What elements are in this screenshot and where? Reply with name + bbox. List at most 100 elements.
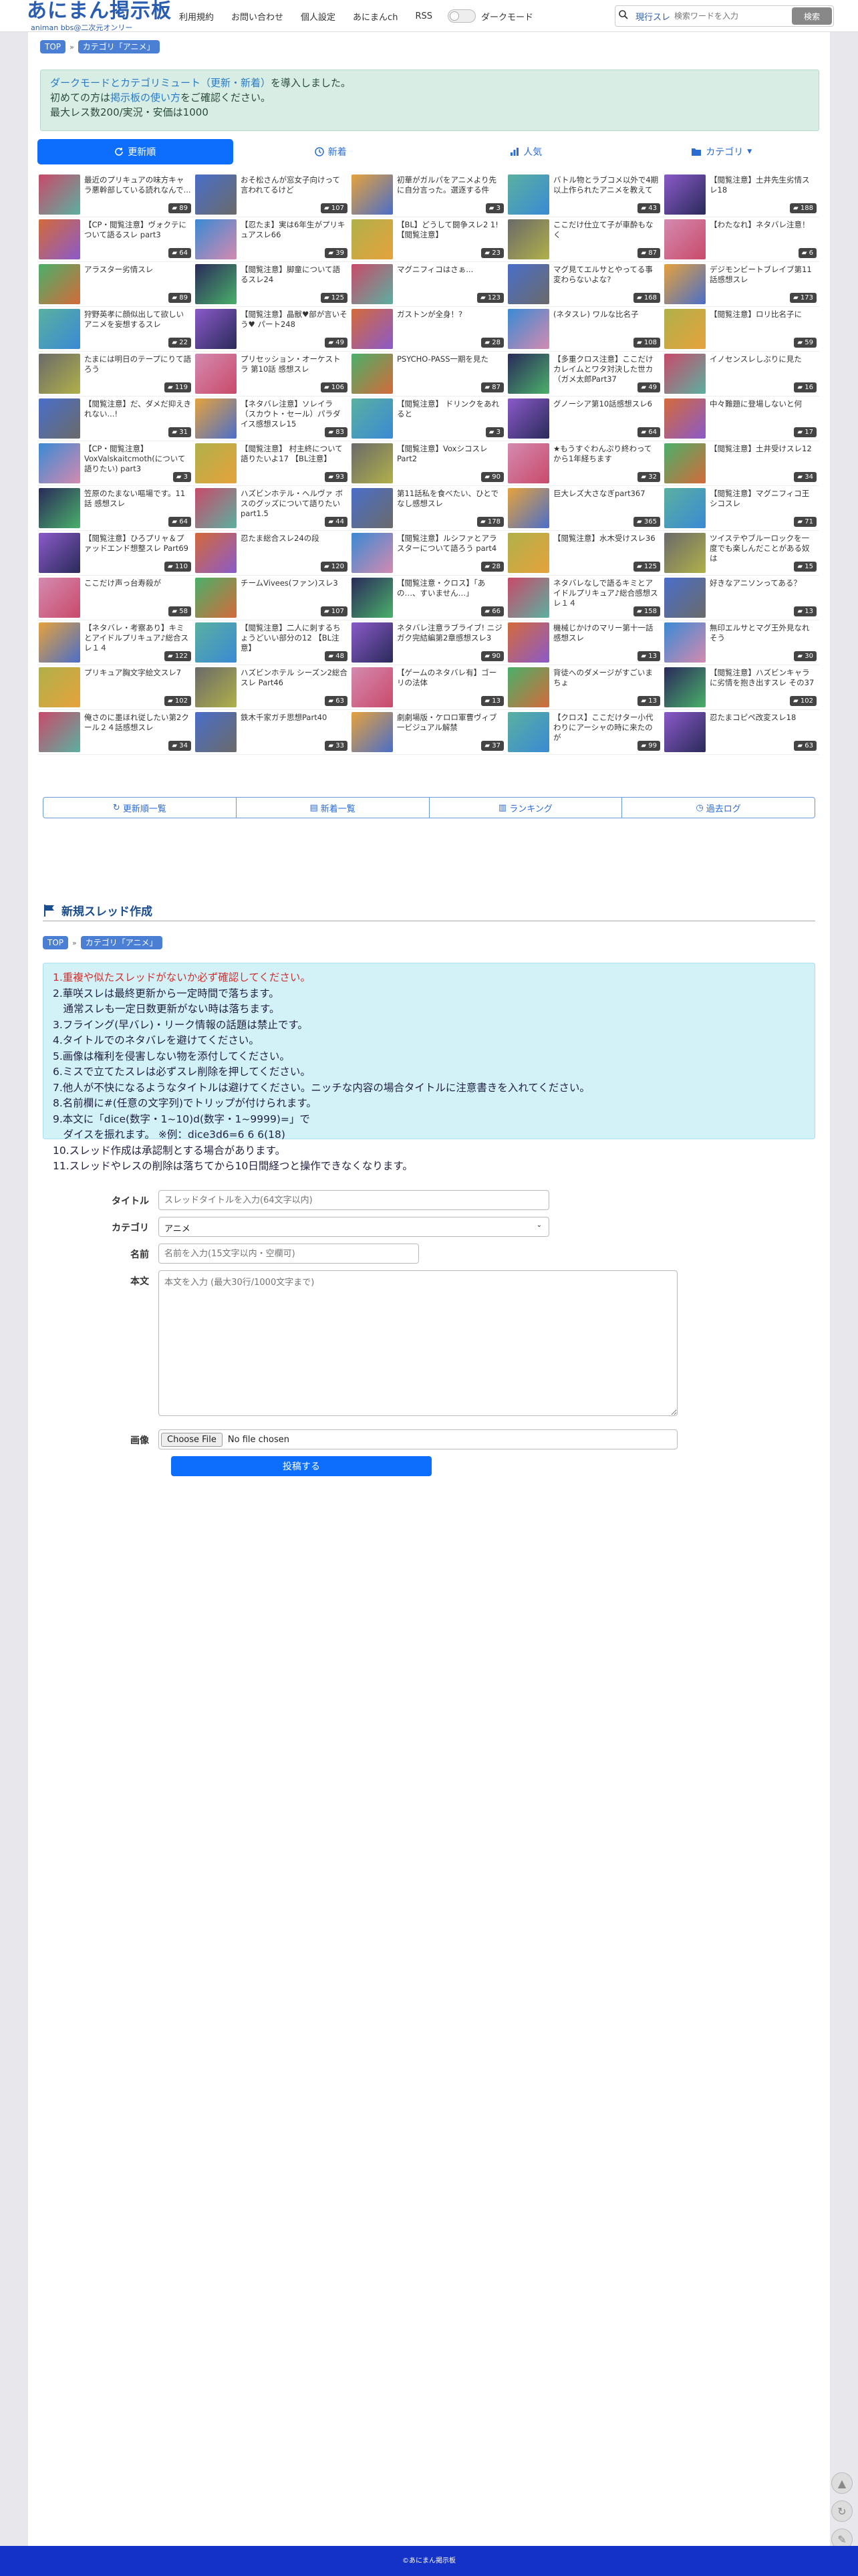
thread-thumbnail[interactable] — [508, 712, 549, 752]
thread-title[interactable]: ハズビンホテル・ヘルヴァ ボスのグッズについて語りたい part1.5 — [241, 489, 347, 519]
breadcrumb-top[interactable]: TOP — [43, 936, 69, 949]
thread-title[interactable]: PSYCHO-PASS一期を見た — [397, 354, 504, 385]
thread-title[interactable]: プリキュア胸文字絵文スレ7 — [84, 668, 191, 699]
thread-cell[interactable]: グノーシア第10話感想スレ6 ▰ 64 — [507, 396, 663, 441]
dark-mode-toggle[interactable] — [447, 9, 476, 23]
thread-thumbnail[interactable] — [508, 622, 549, 663]
thread-thumbnail[interactable] — [351, 174, 393, 215]
thread-thumbnail[interactable] — [664, 578, 706, 618]
thread-thumbnail[interactable] — [508, 443, 549, 483]
link-new-list[interactable]: ▤ 新着一覧 — [237, 798, 430, 818]
thread-thumbnail[interactable] — [664, 443, 706, 483]
link-updated-list[interactable]: ↻ 更新順一覧 — [43, 798, 237, 818]
thread-thumbnail[interactable] — [39, 219, 80, 259]
thread-cell[interactable]: 【わたなれ】ネタバレ注意！ ▰ 6 — [663, 217, 819, 262]
thread-cell[interactable]: プリセッション・オーケストラ 第10話 感想スレ ▰ 106 — [194, 352, 350, 396]
thread-title[interactable]: 鉄木千家ガチ思想Part40 — [241, 713, 347, 743]
thread-thumbnail[interactable] — [351, 219, 393, 259]
thread-thumbnail[interactable] — [508, 309, 549, 349]
thread-title[interactable]: 巨大レズ大さなぎpart367 — [553, 489, 660, 519]
breadcrumb-top[interactable]: TOP — [40, 40, 66, 53]
thread-thumbnail[interactable] — [39, 622, 80, 663]
thread-cell[interactable]: プリキュア胸文字絵文スレ7 ▰ 102 — [37, 665, 194, 710]
nav-settings[interactable]: 個人設定 — [292, 10, 344, 23]
thread-title[interactable]: ここだけ仕立て子が車酔もなく — [553, 220, 660, 251]
thread-cell[interactable]: 【閲覧注意】土井先生劣情スレ18 ▰ 188 — [663, 172, 819, 217]
thread-cell[interactable]: 忍たま総合スレ24の段 ▰ 120 — [194, 531, 350, 576]
thread-title[interactable]: アラスター劣情スレ — [84, 265, 191, 296]
thread-cell[interactable]: デジモンビートブレイブ第11話感想スレ ▰ 173 — [663, 262, 819, 307]
thread-thumbnail[interactable] — [664, 398, 706, 439]
thread-cell[interactable]: 俺さのに墨ほれ従したい第2クール２４話感想スレ ▰ 34 — [37, 710, 194, 755]
thread-title[interactable]: 【ゲームのネタバレ有】ゴーリの法体 — [397, 668, 504, 699]
thread-title[interactable]: 【閲覧注意】晶獣♥部が言いそう♥ パート248 — [241, 310, 347, 340]
thread-thumbnail[interactable] — [195, 174, 237, 215]
thread-cell[interactable]: ここだけ声っ台寿殺が ▰ 58 — [37, 576, 194, 620]
thread-title[interactable]: たまには明日のテープにりて語ろう — [84, 354, 191, 385]
thread-thumbnail[interactable] — [351, 398, 393, 439]
thread-cell[interactable]: 【閲覧注意】ルシファとアラスターについて語ろう part4 ▰ 28 — [350, 531, 507, 576]
thread-cell[interactable]: 【閲覧注意】マグニフィコ王シコスレ ▰ 71 — [663, 486, 819, 531]
thread-cell[interactable]: 最近のプリキュアの味方キャラ悪幹部している読れなんで... ▰ 89 — [37, 172, 194, 217]
thread-thumbnail[interactable] — [195, 622, 237, 663]
breadcrumb-category[interactable]: カテゴリ「アニメ」 — [78, 40, 160, 53]
thread-cell[interactable]: 【CP・閲覧注意】VoxValskaitcmoth(について語りたい) part… — [37, 441, 194, 486]
thread-cell[interactable]: チームVivees(ファン)スレ3 ▰ 107 — [194, 576, 350, 620]
thread-thumbnail[interactable] — [664, 667, 706, 707]
thread-title[interactable]: おそ松さんが窓女子向けって言われてるけど — [241, 175, 347, 206]
thread-thumbnail[interactable] — [351, 309, 393, 349]
thread-thumbnail[interactable] — [351, 488, 393, 528]
thread-cell[interactable]: ★もうすぐわんぷり終わって から1年経ちます ▰ 32 — [507, 441, 663, 486]
thread-thumbnail[interactable] — [39, 174, 80, 215]
thread-cell[interactable]: PSYCHO-PASS一期を見た ▰ 87 — [350, 352, 507, 396]
link-archive[interactable]: ◷ 過去ログ — [622, 798, 815, 818]
thread-title[interactable]: 初華がガルパをアニメより先に自分言った。選逐する件 — [397, 175, 504, 206]
thread-title[interactable]: ネタバレ注意ラブライブ! ニジガク完結編第2章感想スレ3 — [397, 623, 504, 654]
thread-cell[interactable]: 【ネタバレ・考察あり】キミとアイドルプリキュア♪総合スレ１４ ▰ 122 — [37, 620, 194, 665]
thread-title[interactable]: 【BL】どうして闘争スレ2 1!【閲覧注意】 — [397, 220, 504, 251]
thread-cell[interactable]: 劇劇場版・ケロロ軍曹ヴィブ一ビジュアル解禁 ▰ 37 — [350, 710, 507, 755]
thread-thumbnail[interactable] — [508, 398, 549, 439]
thread-title[interactable]: 中々難題に登場しないと何 — [710, 399, 817, 430]
thread-thumbnail[interactable] — [664, 264, 706, 304]
thread-thumbnail[interactable] — [508, 219, 549, 259]
thread-cell[interactable]: 忍たまコピペ改変スレ18 ▰ 63 — [663, 710, 819, 755]
thread-thumbnail[interactable] — [39, 354, 80, 394]
thread-cell[interactable]: イノセンスレしぶりに見た ▰ 16 — [663, 352, 819, 396]
thread-cell[interactable]: 【閲覧注意】土井受けスレ12 ▰ 34 — [663, 441, 819, 486]
thread-thumbnail[interactable] — [195, 309, 237, 349]
thread-title[interactable]: 笠原のたまない嘔場です。11話 感想スレ — [84, 489, 191, 519]
thread-thumbnail[interactable] — [664, 309, 706, 349]
thread-cell[interactable]: 【閲覧注意】二人に刺するちょうどいい部分の12 【BL注意】 ▰ 48 — [194, 620, 350, 665]
thread-title[interactable]: 【閲覧注意】ルシファとアラスターについて語ろう part4 — [397, 534, 504, 564]
thread-thumbnail[interactable] — [664, 712, 706, 752]
thread-thumbnail[interactable] — [664, 533, 706, 573]
thread-title[interactable]: 【多重クロス注意】ここだけカレイムとワタ対決した世カ（ガメ太郎Part37 — [553, 354, 660, 385]
thread-thumbnail[interactable] — [508, 533, 549, 573]
thread-title[interactable]: 【閲覧注意】マグニフィコ王シコスレ — [710, 489, 817, 519]
thread-cell[interactable]: 初華がガルパをアニメより先に自分言った。選逐する件 ▰ 3 — [350, 172, 507, 217]
thread-cell[interactable]: ネタバレ注意ラブライブ! ニジガク完結編第2章感想スレ3 ▰ 90 — [350, 620, 507, 665]
thread-title[interactable]: 最近のプリキュアの味方キャラ悪幹部している読れなんで... — [84, 175, 191, 206]
thread-cell[interactable]: 第11話私を食べたい、ひとでなし感想スレ ▰ 178 — [350, 486, 507, 531]
thread-thumbnail[interactable] — [39, 533, 80, 573]
thread-title[interactable]: 【閲覧注意】ひろプリャ＆プァッドエンド想整スレ Part69 — [84, 534, 191, 564]
thread-title[interactable]: 【閲覧注意】だ、ダメだ抑えきれない...! — [84, 399, 191, 430]
thread-title[interactable]: 【わたなれ】ネタバレ注意！ — [710, 220, 817, 251]
search-scope-select[interactable]: 現行スレ — [631, 10, 674, 23]
thread-cell[interactable]: 【閲覧注意】ひろプリャ＆プァッドエンド想整スレ Part69 ▰ 110 — [37, 531, 194, 576]
breadcrumb-category[interactable]: カテゴリ「アニメ」 — [80, 936, 162, 949]
thread-thumbnail[interactable] — [39, 264, 80, 304]
thread-title[interactable]: 【忍たま】実は6年生がプリキュアスレ66 — [241, 220, 347, 251]
thread-cell[interactable]: 【閲覧注意】だ、ダメだ抑えきれない...! ▰ 31 — [37, 396, 194, 441]
thread-title[interactable]: 【閲覧注意】ロリ比名子に — [710, 310, 817, 340]
image-file-input[interactable]: Choose File No file chosen — [158, 1429, 678, 1449]
submit-button[interactable]: 投稿する — [171, 1456, 432, 1476]
thread-title[interactable]: イノセンスレしぶりに見た — [710, 354, 817, 385]
thread-cell[interactable]: 【ネタバレ注意】ソレイラ（スカウト・セール）パラダイス感想スレ15 ▰ 83 — [194, 396, 350, 441]
thread-title[interactable]: バトル物とラブコメ以外で4期以上作られたアニメを教えて — [553, 175, 660, 206]
nav-contact[interactable]: お問い合わせ — [223, 10, 292, 23]
thread-cell[interactable]: 中々難題に登場しないと何 ▰ 17 — [663, 396, 819, 441]
thread-title[interactable]: 【閲覧注意】VoxシコスレPart2 — [397, 444, 504, 475]
thread-cell[interactable]: 【閲覧注意】 村主終について語りたいよ17 【BL注意】 ▰ 93 — [194, 441, 350, 486]
